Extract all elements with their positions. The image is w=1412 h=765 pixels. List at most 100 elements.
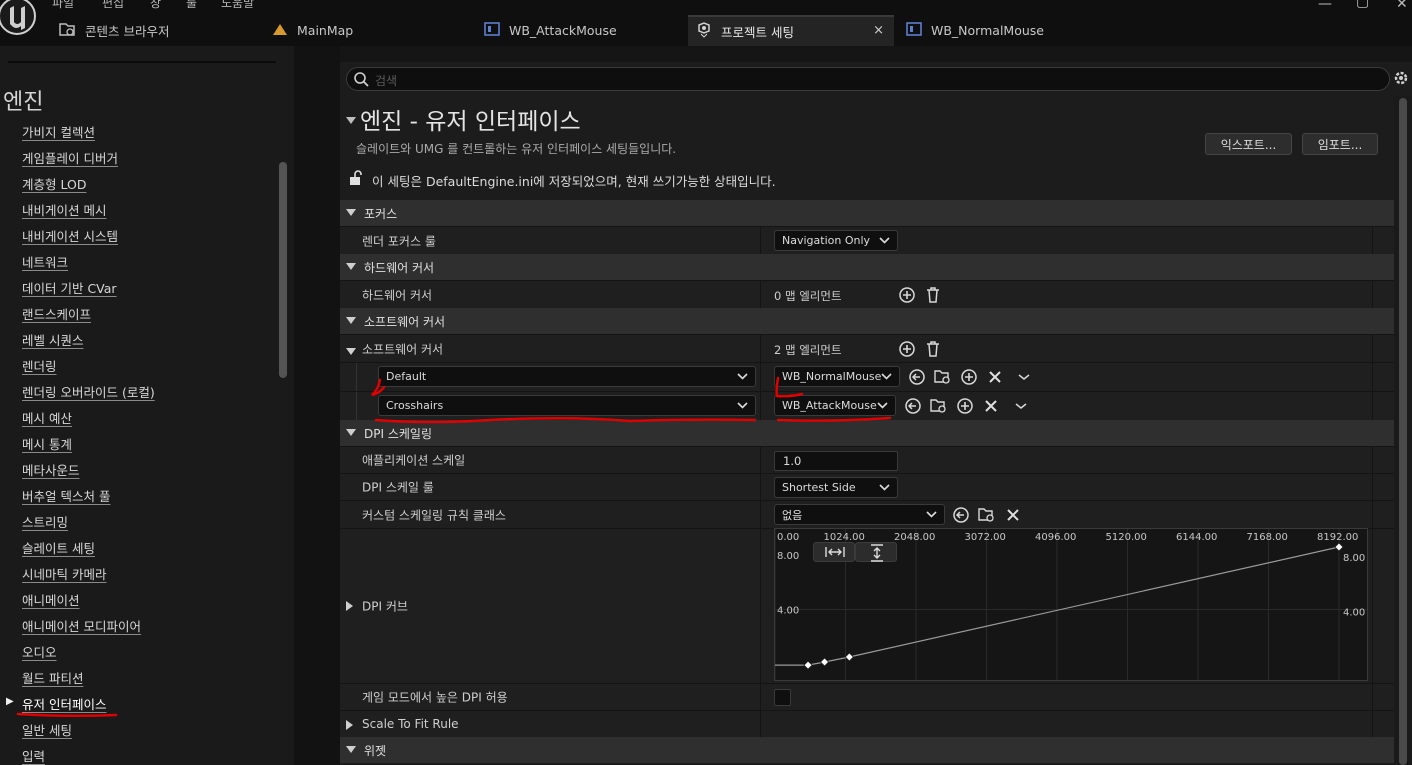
trash-icon[interactable] (924, 340, 942, 358)
section-software-cursor[interactable]: 소프트웨어 커서 (340, 308, 1394, 334)
unreal-logo-icon[interactable] (0, 0, 38, 40)
collapse-arrow-icon[interactable] (346, 345, 356, 359)
sidebar-item-hlod[interactable]: 계층형 LOD (22, 174, 86, 193)
import-button[interactable]: 임포트... (1302, 133, 1378, 155)
sidebar-item-gameplay-debugger[interactable]: 게임플레이 디버거 (22, 148, 118, 167)
tab-content-browser[interactable]: 콘텐츠 브라우저 (52, 15, 262, 46)
sidebar-item-audio[interactable]: 오디오 (22, 642, 57, 661)
sidebar-item-animation[interactable]: 애니메이션 (22, 590, 80, 609)
custom-scaling-class-dropdown[interactable]: 없음 (774, 504, 945, 525)
sidebar-item-data-driven-cvar[interactable]: 데이터 기반 CVar (22, 278, 117, 297)
cursor-widget-dropdown[interactable]: WB_NormalMouse (774, 366, 900, 387)
menu-window[interactable]: 창 (150, 0, 161, 11)
search-input[interactable]: 검색 (346, 67, 1390, 91)
minimize-icon[interactable]: — (1318, 0, 1332, 12)
curve-key-point[interactable] (803, 660, 813, 670)
sidebar-item-rendering[interactable]: 렌더링 (22, 356, 57, 375)
sidebar-item-world-partition[interactable]: 월드 파티션 (22, 668, 83, 687)
sidebar-item-garbage-collection[interactable]: 가비지 컬렉션 (22, 122, 95, 141)
sidebar-item-user-interface[interactable]: 유저 인터페이스 (22, 694, 106, 713)
add-new-icon[interactable] (956, 397, 974, 415)
add-new-icon[interactable] (960, 368, 978, 386)
sidebar-item-mesh-budget[interactable]: 메시 예산 (22, 408, 72, 427)
sidebar-item-metasound[interactable]: 메타사운드 (22, 460, 80, 479)
sidebar-item-navigation-mesh[interactable]: 내비게이션 메시 (22, 200, 106, 219)
sidebar-item-mesh-stats[interactable]: 메시 통계 (22, 434, 72, 453)
chevron-down-icon (737, 371, 748, 385)
use-selected-icon[interactable] (908, 368, 926, 386)
use-selected-icon[interactable] (904, 397, 922, 415)
clear-icon[interactable] (1004, 506, 1022, 524)
chevron-down-icon[interactable] (1014, 397, 1032, 415)
sidebar-scrollbar[interactable] (279, 162, 287, 378)
section-hardware-cursor[interactable]: 하드웨어 커서 (340, 254, 1394, 280)
menu-file[interactable]: 파일 (52, 0, 74, 11)
chevron-down-icon[interactable] (1017, 368, 1035, 386)
map-entry-default: Default WB_NormalMouse (340, 362, 1394, 392)
property-label: 소프트웨어 커서 (362, 342, 444, 356)
use-selected-icon[interactable] (952, 506, 970, 524)
dropdown-value: Default (386, 370, 427, 383)
sidebar-item-rendering-override[interactable]: 렌더링 오버라이드 (로컬) (22, 382, 155, 401)
collapse-arrow-icon (346, 260, 356, 274)
menu-edit[interactable]: 편집 (102, 0, 124, 11)
curve-key-point[interactable] (844, 652, 854, 662)
tab-wb-normalmouse[interactable]: WB_NormalMouse (902, 15, 1107, 46)
property-label: Scale To Fit Rule (362, 717, 459, 731)
content-scrollbar[interactable] (1399, 98, 1407, 765)
sidebar-item-virtual-texture-pool[interactable]: 버추얼 텍스처 풀 (22, 486, 110, 505)
fit-horizontal-icon (825, 545, 845, 562)
map-element-count: 0 맵 엘리먼트 (774, 289, 842, 303)
clear-icon[interactable] (986, 368, 1004, 386)
property-label: 렌더 포커스 룰 (362, 234, 436, 248)
fit-vertical-button[interactable] (855, 542, 897, 562)
map-key-dropdown[interactable]: Crosshairs (378, 395, 756, 416)
sidebar-item-landscape[interactable]: 랜드스케이프 (22, 304, 91, 323)
tab-wb-attackmouse[interactable]: WB_AttackMouse (478, 15, 683, 46)
sidebar-item-network[interactable]: 네트워크 (22, 252, 68, 271)
fit-horizontal-button[interactable] (813, 542, 855, 562)
sidebar-item-streaming[interactable]: 스트리밍 (22, 512, 68, 531)
clear-icon[interactable] (982, 397, 1000, 415)
sidebar-item-general-settings[interactable]: 일반 세팅 (22, 720, 72, 739)
cursor-widget-dropdown[interactable]: WB_AttackMouse (774, 395, 896, 416)
section-dpi-scaling[interactable]: DPI 스케일링 (340, 420, 1394, 446)
application-scale-input[interactable]: 1.0 (774, 451, 898, 471)
browse-folder-icon[interactable] (978, 506, 996, 524)
allow-high-dpi-checkbox[interactable] (774, 689, 791, 706)
tab-project-settings[interactable]: 프로젝트 세팅 × (688, 15, 894, 46)
map-key-dropdown[interactable]: Default (378, 366, 756, 387)
render-focus-rule-dropdown[interactable]: Navigation Only (774, 230, 898, 251)
curve-key-point[interactable] (1334, 542, 1344, 552)
section-focus[interactable]: 포커스 (340, 200, 1394, 226)
expand-arrow-icon[interactable] (346, 600, 354, 614)
sidebar-item-level-sequence[interactable]: 레벨 시퀀스 (22, 330, 83, 349)
menu-tools[interactable]: 툴 (186, 0, 197, 11)
browse-folder-icon[interactable] (930, 397, 948, 415)
dpi-curve-editor[interactable]: 0.00 1024.00 2048.00 3072.00 4096.00 5120.00 6… (774, 528, 1368, 681)
browse-folder-icon[interactable] (934, 368, 952, 386)
expand-arrow-icon[interactable] (346, 719, 354, 733)
sidebar-item-animation-modifier[interactable]: 애니메이션 모디파이어 (22, 616, 141, 635)
section-widget[interactable]: 위젯 (340, 737, 1394, 763)
gear-icon[interactable] (1393, 70, 1409, 89)
close-tab-icon[interactable]: × (873, 23, 884, 38)
sidebar-item-input[interactable]: 입력 (22, 746, 45, 765)
curve-key-point[interactable] (820, 657, 830, 667)
dpi-scale-rule-dropdown[interactable]: Shortest Side (774, 477, 898, 498)
close-window-icon[interactable]: ✕ (1396, 0, 1408, 12)
tree-guide (356, 392, 357, 421)
menu-help[interactable]: 도움말 (221, 0, 254, 11)
tab-mainmap[interactable]: MainMap (268, 15, 468, 46)
sidebar-item-cinematic-camera[interactable]: 시네마틱 카메라 (22, 564, 106, 583)
sidebar-item-slate-settings[interactable]: 슬레이트 세팅 (22, 538, 95, 557)
page-description: 슬레이트와 UMG 를 컨트롤하는 유저 인터페이스 세팅들입니다. (356, 142, 677, 156)
collapse-arrow-icon[interactable] (346, 114, 356, 128)
maximize-icon[interactable]: ▢ (1356, 0, 1369, 10)
column-divider (760, 711, 761, 737)
add-element-icon[interactable] (898, 286, 916, 304)
add-element-icon[interactable] (898, 340, 916, 358)
sidebar-item-navigation-system[interactable]: 내비게이션 시스템 (22, 226, 118, 245)
trash-icon[interactable] (924, 286, 942, 304)
export-button[interactable]: 익스포트... (1205, 133, 1292, 155)
